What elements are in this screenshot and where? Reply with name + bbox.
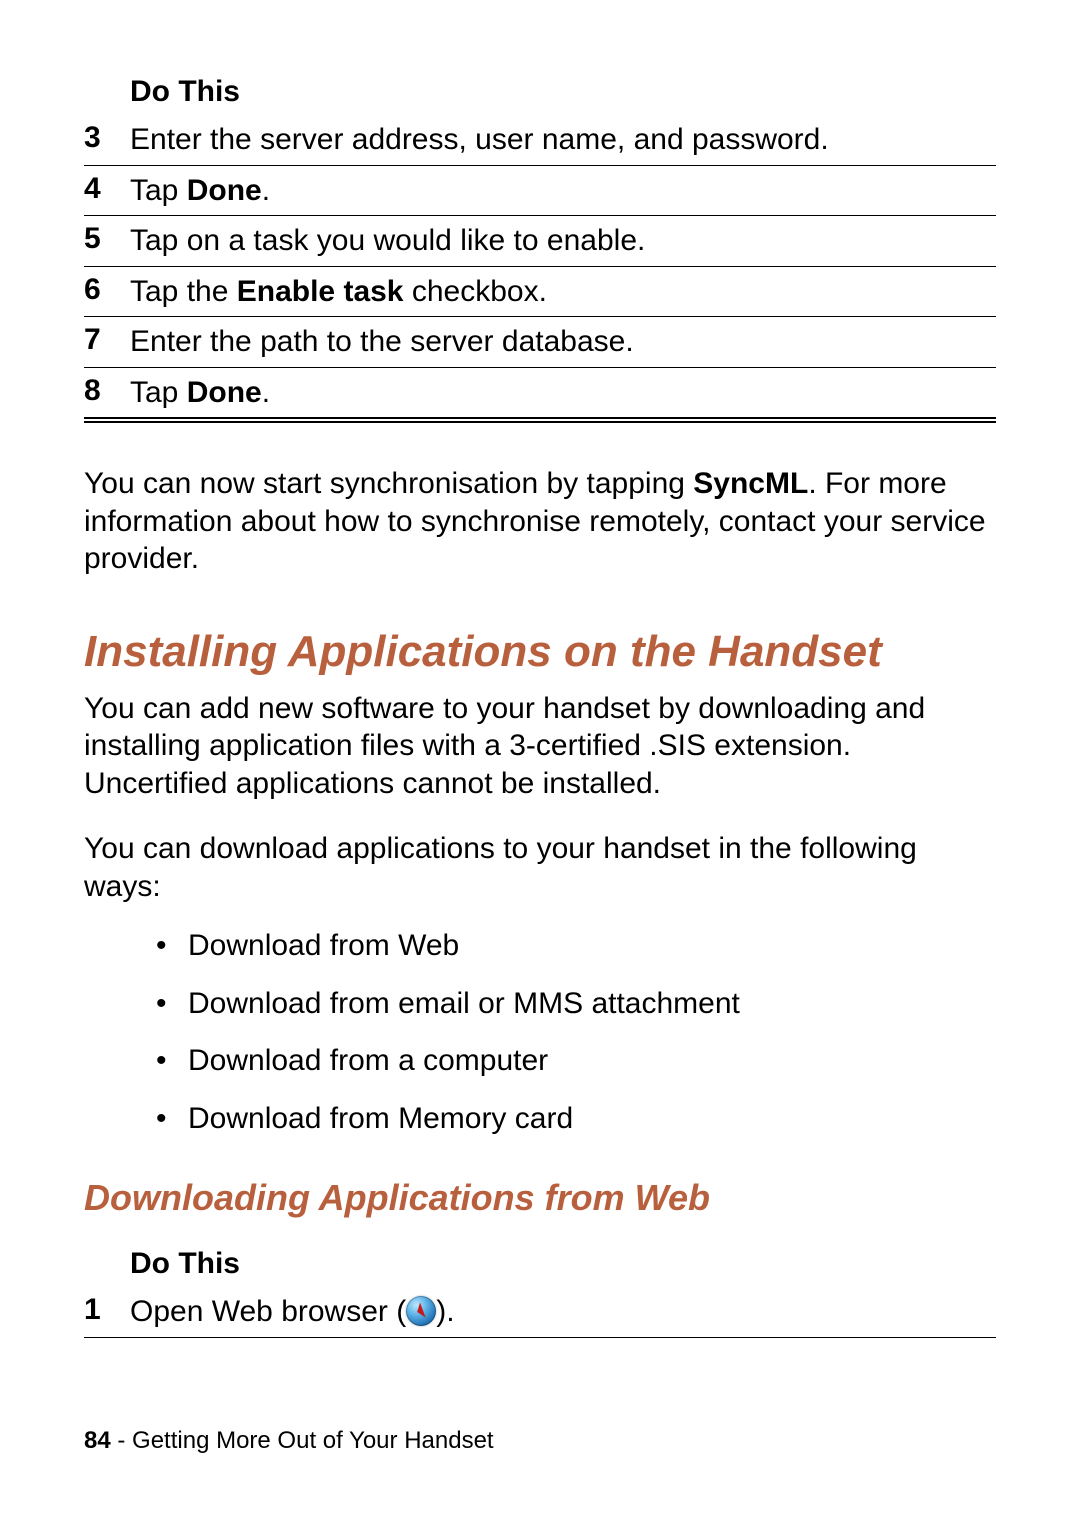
table-row: 7 Enter the path to the server database. <box>84 317 996 368</box>
list-item: Download from email or MMS attachment <box>156 985 996 1023</box>
footer-sep: - <box>111 1427 132 1454</box>
install-paragraph-1: You can add new software to your handset… <box>84 690 996 803</box>
step-number: 8 <box>84 367 130 418</box>
step-text: Open Web browser (). <box>130 1287 996 1337</box>
step-text: Enter the path to the server database. <box>130 317 996 368</box>
steps-table-2-header: Do This <box>130 1247 996 1287</box>
download-methods-list: Download from Web Download from email or… <box>156 927 996 1137</box>
steps-table-1: Do This 3 Enter the server address, user… <box>84 75 996 418</box>
table-row: 4 Tap Done. <box>84 165 996 216</box>
steps-table-2: Do This 1 Open Web browser (). <box>84 1247 996 1338</box>
web-browser-icon <box>406 1296 436 1326</box>
table-row: 1 Open Web browser (). <box>84 1287 996 1337</box>
sync-paragraph: You can now start synchronisation by tap… <box>84 465 996 578</box>
table-row: 6 Tap the Enable task checkbox. <box>84 266 996 317</box>
step-text: Tap Done. <box>130 367 996 418</box>
table-row: 5 Tap on a task you would like to enable… <box>84 216 996 267</box>
steps-table-2-header-row: Do This <box>84 1247 996 1287</box>
section-heading-install: Installing Applications on the Handset <box>84 628 996 676</box>
table-row: 8 Tap Done. <box>84 367 996 418</box>
list-item: Download from Web <box>156 927 996 965</box>
install-paragraph-2: You can download applications to your ha… <box>84 830 996 905</box>
step-text: Tap Done. <box>130 165 996 216</box>
subsection-heading-web: Downloading Applications from Web <box>84 1177 996 1219</box>
step-number: 5 <box>84 216 130 267</box>
step-number: 7 <box>84 317 130 368</box>
step-number: 1 <box>84 1287 130 1337</box>
step-text: Tap the Enable task checkbox. <box>130 266 996 317</box>
page-number: 84 <box>84 1427 111 1454</box>
table-row: 3 Enter the server address, user name, a… <box>84 115 996 165</box>
step-number: 6 <box>84 266 130 317</box>
steps-table-1-header: Do This <box>130 75 996 115</box>
table-end-rule <box>84 418 996 423</box>
page-footer: 84 - Getting More Out of Your Handset <box>84 1427 494 1455</box>
step-number: 4 <box>84 165 130 216</box>
list-item: Download from a computer <box>156 1042 996 1080</box>
footer-title: Getting More Out of Your Handset <box>132 1427 494 1454</box>
list-item: Download from Memory card <box>156 1100 996 1138</box>
steps-table-1-header-row: Do This <box>84 75 996 115</box>
step-number: 3 <box>84 115 130 165</box>
step-text: Tap on a task you would like to enable. <box>130 216 996 267</box>
step-text: Enter the server address, user name, and… <box>130 115 996 165</box>
